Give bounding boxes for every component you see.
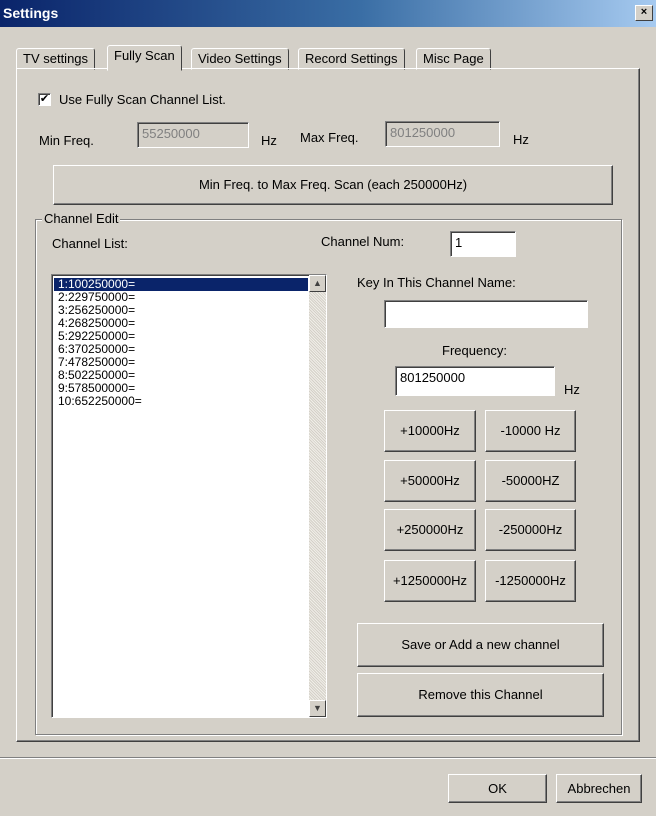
max-freq-hz-unit: Hz: [513, 132, 529, 147]
scroll-up-icon[interactable]: ▲: [309, 275, 326, 292]
channel-listbox[interactable]: 1:100250000= 2:229750000= 3:256250000= 4…: [51, 274, 327, 718]
save-channel-button[interactable]: Save or Add a new channel: [357, 623, 604, 667]
tab-panel-fully-scan: ✔ Use Fully Scan Channel List. Min Freq.…: [16, 68, 640, 742]
title-bar: Settings ×: [0, 0, 656, 27]
plus-250000hz-button[interactable]: +250000Hz: [384, 509, 476, 551]
tab-misc-page[interactable]: Misc Page: [416, 48, 491, 70]
channel-edit-group: Channel Edit Channel List: Channel Num: …: [35, 211, 622, 735]
max-freq-label: Max Freq.: [300, 130, 359, 145]
plus-1250000hz-button[interactable]: +1250000Hz: [384, 560, 476, 602]
min-freq-field[interactable]: 55250000: [137, 122, 249, 148]
list-item[interactable]: 10:652250000=: [54, 395, 308, 408]
channel-edit-group-label: Channel Edit: [42, 211, 121, 226]
scroll-down-icon[interactable]: ▼: [309, 700, 326, 717]
channel-list-items: 1:100250000= 2:229750000= 3:256250000= 4…: [54, 278, 308, 408]
frequency-field[interactable]: 801250000: [395, 366, 555, 396]
tab-record-settings[interactable]: Record Settings: [298, 48, 405, 70]
max-freq-field[interactable]: 801250000: [385, 121, 500, 147]
footer-divider: [0, 757, 656, 759]
channel-list-label: Channel List:: [52, 236, 128, 251]
plus-50000hz-button[interactable]: +50000Hz: [384, 460, 476, 502]
minus-50000hz-button[interactable]: -50000HZ: [485, 460, 576, 502]
min-freq-label: Min Freq.: [39, 133, 94, 148]
ok-button[interactable]: OK: [448, 774, 547, 803]
window-title: Settings: [3, 5, 59, 21]
min-freq-hz-unit: Hz: [261, 133, 277, 148]
minus-10000hz-button[interactable]: -10000 Hz: [485, 410, 576, 452]
close-icon[interactable]: ×: [635, 5, 653, 21]
tab-strip: TV settings Fully Scan Video Settings Re…: [16, 45, 636, 71]
cancel-button[interactable]: Abbrechen: [556, 774, 642, 803]
channel-num-label: Channel Num:: [321, 234, 405, 249]
use-fully-scan-label: Use Fully Scan Channel List.: [59, 92, 226, 107]
frequency-label: Frequency:: [442, 343, 508, 358]
channel-name-label: Key In This Channel Name:: [357, 275, 516, 290]
scan-range-button[interactable]: Min Freq. to Max Freq. Scan (each 250000…: [53, 165, 613, 205]
frequency-hz-unit: Hz: [564, 382, 580, 397]
plus-10000hz-button[interactable]: +10000Hz: [384, 410, 476, 452]
tab-fully-scan[interactable]: Fully Scan: [107, 45, 182, 71]
tab-tv-settings[interactable]: TV settings: [16, 48, 96, 70]
channel-name-field[interactable]: [384, 300, 588, 328]
channel-num-field[interactable]: 1: [450, 231, 516, 257]
tab-video-settings[interactable]: Video Settings: [191, 48, 289, 70]
use-fully-scan-checkbox[interactable]: ✔: [38, 93, 51, 106]
minus-250000hz-button[interactable]: -250000Hz: [485, 509, 576, 551]
channel-list-scrollbar[interactable]: ▲ ▼: [309, 275, 326, 717]
minus-1250000hz-button[interactable]: -1250000Hz: [485, 560, 576, 602]
remove-channel-button[interactable]: Remove this Channel: [357, 673, 604, 717]
